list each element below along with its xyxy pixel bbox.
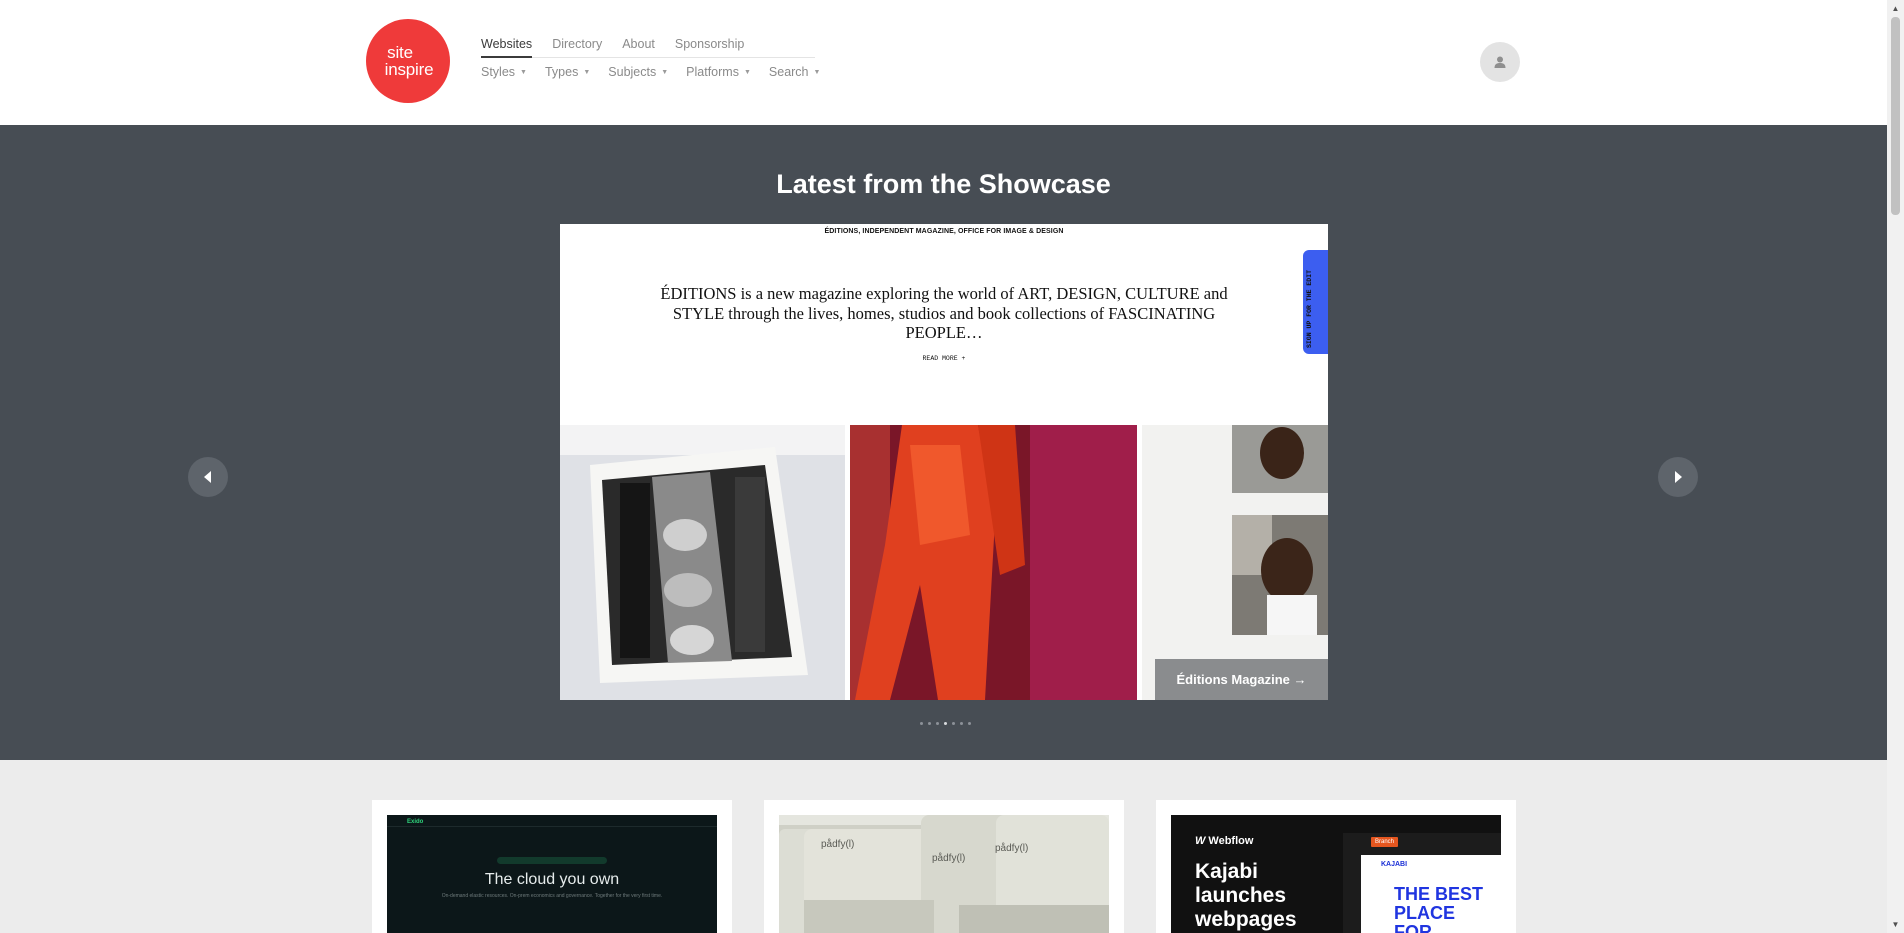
showcase-title: Latest from the Showcase <box>776 169 1111 199</box>
thumbnail-brand: W Webflow <box>1195 835 1253 847</box>
thumbnail-subtext: On-demand elastic resources. On-prem eco… <box>441 893 663 899</box>
thumbnail-branch-badge: Branch <box>1371 837 1399 847</box>
carousel-next-button[interactable] <box>1658 457 1698 497</box>
site-card[interactable]: pådfy(l) pådfy(l) pådfy(l) <box>764 800 1124 933</box>
carousel-dot-active[interactable] <box>944 722 947 725</box>
scrollbar-thumb[interactable] <box>1891 17 1900 215</box>
caret-down-icon: ▼ <box>743 68 751 76</box>
caret-down-icon: ▼ <box>583 68 591 76</box>
thumbnail-best-text: THE BEST PLACE FOR CREATORS <box>1394 884 1484 933</box>
nav-sponsorship[interactable]: Sponsorship <box>675 34 745 58</box>
nav-subjects-dropdown[interactable]: Subjects ▼ <box>608 65 668 79</box>
thumbnail-key-label: pådfy(l) <box>995 842 1028 854</box>
carousel-dot[interactable] <box>960 722 963 725</box>
nav-types-label: Types <box>544 65 579 79</box>
site-card[interactable]: Exido The cloud you own On-demand elasti… <box>372 800 732 933</box>
nav-about[interactable]: About <box>622 34 655 58</box>
slide-photo-fashion <box>850 425 1137 700</box>
logo-line-1: site <box>387 43 413 62</box>
site-card-thumbnail[interactable]: Exido The cloud you own On-demand elasti… <box>387 815 717 933</box>
slide-topline: ÉDITIONS, INDEPENDENT MAGAZINE, OFFICE F… <box>824 228 1064 235</box>
signup-side-tab[interactable]: SIGN UP FOR THE EDIT <box>1303 250 1328 354</box>
scroll-down-arrow-icon[interactable]: ▼ <box>1887 916 1904 933</box>
nav-search-dropdown[interactable]: Search ▼ <box>769 65 821 79</box>
thumbnail-headline: Kajabi launches webpages <box>1195 860 1297 931</box>
caret-down-icon: ▼ <box>661 68 669 76</box>
thumbnail-kajabi-logo: KAJABI <box>1381 861 1408 868</box>
carousel-prev-button[interactable] <box>188 457 228 497</box>
webflow-icon: W <box>1195 835 1206 847</box>
primary-nav: Websites Directory About Sponsorship <box>481 34 815 58</box>
signup-side-tab-label: SIGN UP FOR THE EDIT <box>1306 269 1313 348</box>
carousel-dot[interactable] <box>936 722 939 725</box>
showcase-section: Latest from the Showcase ÉDITIONS, INDEP… <box>0 125 1887 760</box>
thumbnail-brand: Exido <box>407 819 424 825</box>
thumbnail-brand-label: Webflow <box>1208 835 1254 847</box>
site-card-thumbnail[interactable]: W Webflow Branch KAJABI THE BEST PLACE F… <box>1171 815 1501 933</box>
nav-websites[interactable]: Websites <box>481 34 533 58</box>
user-avatar-button[interactable] <box>1480 42 1520 82</box>
slide-photo-print <box>560 425 845 700</box>
slide-caption-link[interactable]: Éditions Magazine → <box>1155 659 1328 700</box>
nav-search-label: Search <box>768 65 809 79</box>
caret-down-icon: ▼ <box>520 68 527 76</box>
thumbnail-key-label: pådfy(l) <box>932 852 965 864</box>
logo-line-2: inspire <box>384 60 434 79</box>
thumbnail-headline: The cloud you own <box>484 871 620 888</box>
thumbnail-announcement-pill <box>497 857 607 864</box>
nav-subjects-label: Subjects <box>608 65 657 79</box>
site-card[interactable]: W Webflow Branch KAJABI THE BEST PLACE F… <box>1156 800 1516 933</box>
carousel-dot[interactable] <box>968 722 971 725</box>
slide-body-text: ÉDITIONS is a new magazine exploring the… <box>660 284 1228 342</box>
triangle-right-icon <box>1675 471 1682 483</box>
carousel-dot[interactable] <box>920 722 923 725</box>
site-card-thumbnail[interactable]: pådfy(l) pådfy(l) pådfy(l) <box>779 815 1109 933</box>
slide-read-more-link[interactable]: READ MORE + <box>560 355 1328 362</box>
user-icon <box>1494 56 1506 68</box>
nav-platforms-dropdown[interactable]: Platforms ▼ <box>686 65 751 79</box>
secondary-nav: Styles ▼ Types ▼ Subjects ▼ Platforms ▼ Sear… <box>481 65 838 79</box>
nav-platforms-label: Platforms <box>686 65 739 79</box>
thumbnail-key-label: pådfy(l) <box>821 838 854 850</box>
nav-styles-label: Styles <box>481 65 516 79</box>
carousel-dot[interactable] <box>952 722 955 725</box>
caret-down-icon: ▼ <box>813 68 821 76</box>
carousel-dot[interactable] <box>928 722 931 725</box>
siteinspire-logo[interactable]: site inspire <box>366 19 450 103</box>
nav-directory[interactable]: Directory <box>552 34 602 58</box>
triangle-left-icon <box>204 471 211 483</box>
nav-types-dropdown[interactable]: Types ▼ <box>545 65 590 79</box>
thumbnail-topbar <box>387 815 717 827</box>
carousel-pagination <box>920 722 971 725</box>
carousel-slide[interactable]: ÉDITIONS, INDEPENDENT MAGAZINE, OFFICE F… <box>560 224 1328 700</box>
nav-styles-dropdown[interactable]: Styles ▼ <box>481 65 527 79</box>
page-scrollbar[interactable]: ▲ ▼ <box>1887 0 1904 933</box>
site-header: site inspire Websites Directory About Sp… <box>0 0 1887 125</box>
scroll-up-arrow-icon[interactable]: ▲ <box>1887 0 1904 17</box>
